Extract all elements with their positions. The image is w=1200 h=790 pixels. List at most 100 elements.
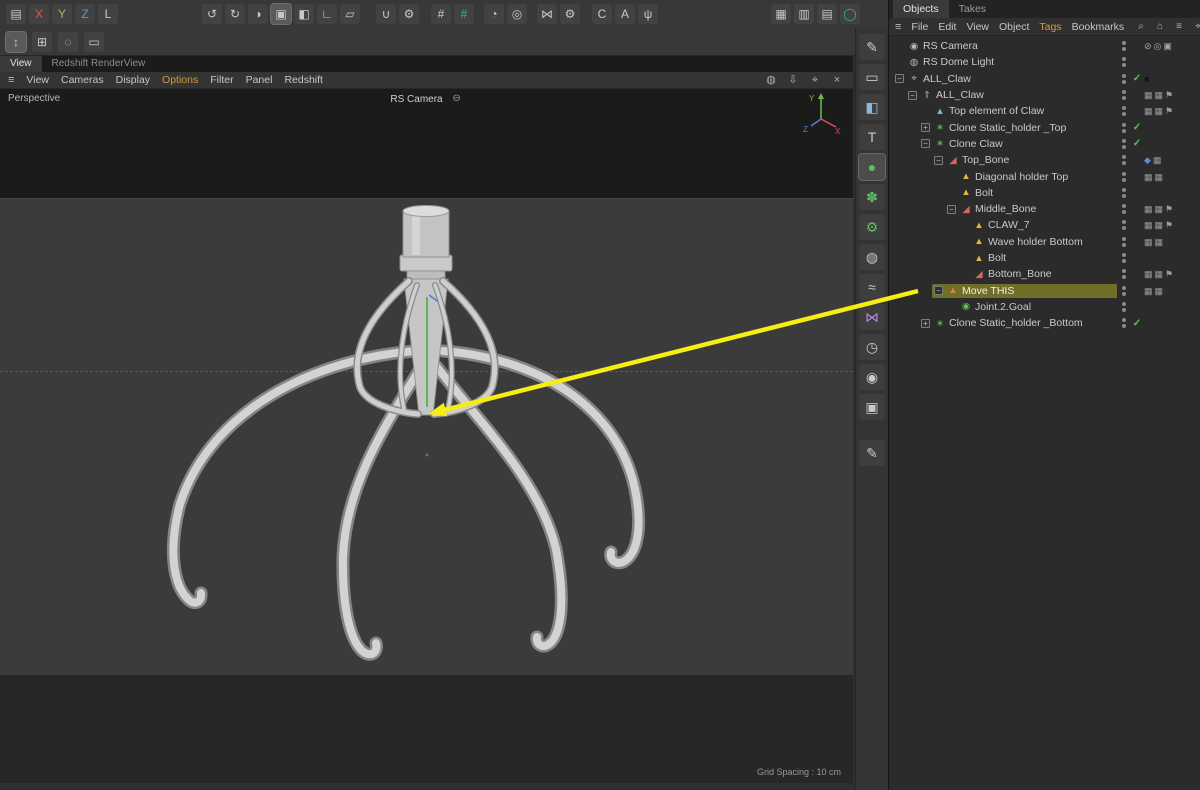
- tab-redshift-renderview[interactable]: Redshift RenderView: [42, 56, 156, 72]
- spline-modifier-icon[interactable]: ≈: [859, 274, 885, 300]
- render-settings-icon[interactable]: ▥: [794, 4, 814, 24]
- field-force-icon[interactable]: ψ: [638, 4, 658, 24]
- expand-toggle[interactable]: +: [921, 123, 930, 133]
- null-object-icon[interactable]: ⌖: [908, 73, 920, 84]
- menu-panel[interactable]: Panel: [246, 74, 273, 86]
- texture-tag-icon[interactable]: ▦: [1155, 237, 1164, 247]
- visibility-dots-icon[interactable]: [1117, 155, 1130, 166]
- visibility-dots-icon[interactable]: [1117, 220, 1130, 231]
- object-label[interactable]: Clone Static_holder _Top: [949, 122, 1066, 134]
- tree-row[interactable]: − ▲ Move THIS ▦ ▦: [889, 282, 1200, 298]
- enabled-check-icon[interactable]: ✓: [1130, 122, 1144, 133]
- tree-row[interactable]: ◉ RS Camera ⊘ ◎ ▣: [889, 38, 1200, 54]
- pencil-icon[interactable]: ✎: [859, 440, 885, 466]
- object-manager-menu-icon[interactable]: ≡: [895, 21, 901, 33]
- coordinate-system-button[interactable]: L: [98, 4, 118, 24]
- visibility-dots-icon[interactable]: [1117, 236, 1130, 247]
- menu-view[interactable]: View: [26, 74, 49, 86]
- viewport-canvas[interactable]: Perspective RS Camera ⊖ Y X Z Grid Spaci…: [0, 89, 853, 782]
- texture-tag-icon[interactable]: ▦: [1155, 204, 1164, 214]
- tree-row[interactable]: − ⌖ ALL_Claw ✓ ■: [889, 71, 1200, 87]
- texture-tag-icon[interactable]: ▦: [1155, 286, 1164, 296]
- object-label[interactable]: Wave holder Bottom: [988, 236, 1083, 248]
- close-view-icon[interactable]: ×: [829, 72, 845, 88]
- clock-icon[interactable]: ◷: [859, 334, 885, 360]
- object-label[interactable]: RS Camera: [923, 40, 978, 52]
- bone-joint-icon[interactable]: ◢: [960, 204, 972, 215]
- visibility-dots-icon[interactable]: [1117, 73, 1130, 84]
- clone-object-icon[interactable]: ∗: [934, 318, 946, 329]
- visibility-dots-icon[interactable]: [1117, 138, 1130, 149]
- camera-icon[interactable]: ◉: [859, 364, 885, 390]
- protection-tag-icon[interactable]: ⊘: [1144, 41, 1152, 51]
- undo-icon[interactable]: ↺: [202, 4, 222, 24]
- modeling-mode-icon[interactable]: ◑: [248, 4, 268, 24]
- pyramid-object-icon[interactable]: ▲: [934, 106, 946, 117]
- menu-edit[interactable]: Edit: [938, 21, 956, 33]
- texture-tag-icon[interactable]: ▦: [1153, 155, 1162, 165]
- visibility-dots-icon[interactable]: [1117, 171, 1130, 182]
- flag-tag-icon[interactable]: ⚑: [1165, 269, 1173, 279]
- object-label[interactable]: ALL_Claw: [936, 89, 984, 101]
- deformer-gear-icon[interactable]: ⚙: [859, 214, 885, 240]
- clone-object-icon[interactable]: ∗: [934, 122, 946, 133]
- tab-objects[interactable]: Objects: [893, 0, 949, 18]
- tab-view[interactable]: View: [0, 56, 42, 72]
- connect-object-icon[interactable]: ⇑: [921, 90, 933, 101]
- visibility-dots-icon[interactable]: [1117, 301, 1130, 312]
- texture-tag-icon[interactable]: ▦: [1144, 269, 1153, 279]
- joint-object-icon[interactable]: ▲: [960, 171, 972, 182]
- object-label[interactable]: Bolt: [975, 187, 993, 199]
- flag-tag-icon[interactable]: ⚑: [1165, 204, 1173, 214]
- flag-tag-icon[interactable]: ⚑: [1165, 106, 1173, 116]
- texture-tag-icon[interactable]: ▦: [1144, 237, 1153, 247]
- axis-z-lock-button[interactable]: Z: [75, 4, 95, 24]
- display-icon[interactable]: ▣: [859, 394, 885, 420]
- target-icon[interactable]: ⌖: [1191, 20, 1200, 34]
- texture-tag-icon[interactable]: ▦: [1155, 269, 1164, 279]
- tree-row[interactable]: ◍ RS Dome Light: [889, 54, 1200, 70]
- visibility-dots-icon[interactable]: [1117, 41, 1130, 52]
- tree-row[interactable]: ▲ Diagonal holder Top ▦ ▦: [889, 168, 1200, 184]
- viewport-menu-icon[interactable]: ≡: [8, 74, 14, 86]
- magnet-snap-icon[interactable]: ∪: [376, 4, 396, 24]
- texture-tag-icon[interactable]: ▦: [1155, 90, 1164, 100]
- menu-file[interactable]: File: [911, 21, 928, 33]
- volume-builder-icon[interactable]: C: [592, 4, 612, 24]
- spline-rectangle-icon[interactable]: ▭: [859, 64, 885, 90]
- tree-row[interactable]: ▲ Top element of Claw ▦ ▦ ⚑: [889, 103, 1200, 119]
- visibility-dots-icon[interactable]: [1117, 57, 1130, 68]
- search-icon[interactable]: ⌕: [1134, 20, 1148, 34]
- joint-object-icon[interactable]: ▲: [973, 220, 985, 231]
- object-label[interactable]: Top_Bone: [962, 154, 1009, 166]
- move-this-joint-icon[interactable]: ▲: [947, 285, 959, 296]
- visibility-dots-icon[interactable]: [1117, 318, 1130, 329]
- clone-object-icon[interactable]: ∗: [934, 138, 946, 149]
- render-queue-icon[interactable]: ▤: [817, 4, 837, 24]
- object-label[interactable]: Bolt: [988, 252, 1006, 264]
- open-project-icon[interactable]: ▤: [6, 4, 26, 24]
- visibility-dots-icon[interactable]: [1117, 253, 1130, 263]
- redo-icon[interactable]: ↻: [225, 4, 245, 24]
- grid-icon[interactable]: #: [431, 4, 451, 24]
- expand-toggle[interactable]: +: [921, 318, 930, 328]
- texture-tag-icon[interactable]: ▦: [1155, 106, 1164, 116]
- menu-redshift[interactable]: Redshift: [284, 74, 323, 86]
- spline-pen-icon[interactable]: ✎: [859, 34, 885, 60]
- minimize-view-icon[interactable]: ⇩: [785, 72, 801, 88]
- expand-toggle[interactable]: −: [934, 286, 943, 296]
- joint-object-icon[interactable]: ▲: [973, 253, 985, 264]
- generator-icon[interactable]: ✽: [859, 184, 885, 210]
- visibility-dots-icon[interactable]: [1117, 269, 1130, 280]
- filter-icon[interactable]: ≡: [1172, 20, 1186, 34]
- subdivision-surface-icon[interactable]: ●: [858, 153, 886, 181]
- simulation-icon[interactable]: ◔: [484, 4, 504, 24]
- tree-row[interactable]: − ⇑ ALL_Claw ▦ ▦ ⚑: [889, 87, 1200, 103]
- expand-toggle[interactable]: −: [908, 90, 917, 100]
- camera-tag-icon[interactable]: ▣: [1163, 41, 1172, 51]
- tree-row[interactable]: ◢ Bottom_Bone ▦ ▦ ⚑: [889, 266, 1200, 282]
- render-view-icon[interactable]: ▦: [771, 4, 791, 24]
- visibility-dots-icon[interactable]: [1117, 187, 1130, 198]
- enabled-check-icon[interactable]: ✓: [1130, 138, 1144, 149]
- tree-row[interactable]: ◉ Joint.2.Goal: [889, 299, 1200, 315]
